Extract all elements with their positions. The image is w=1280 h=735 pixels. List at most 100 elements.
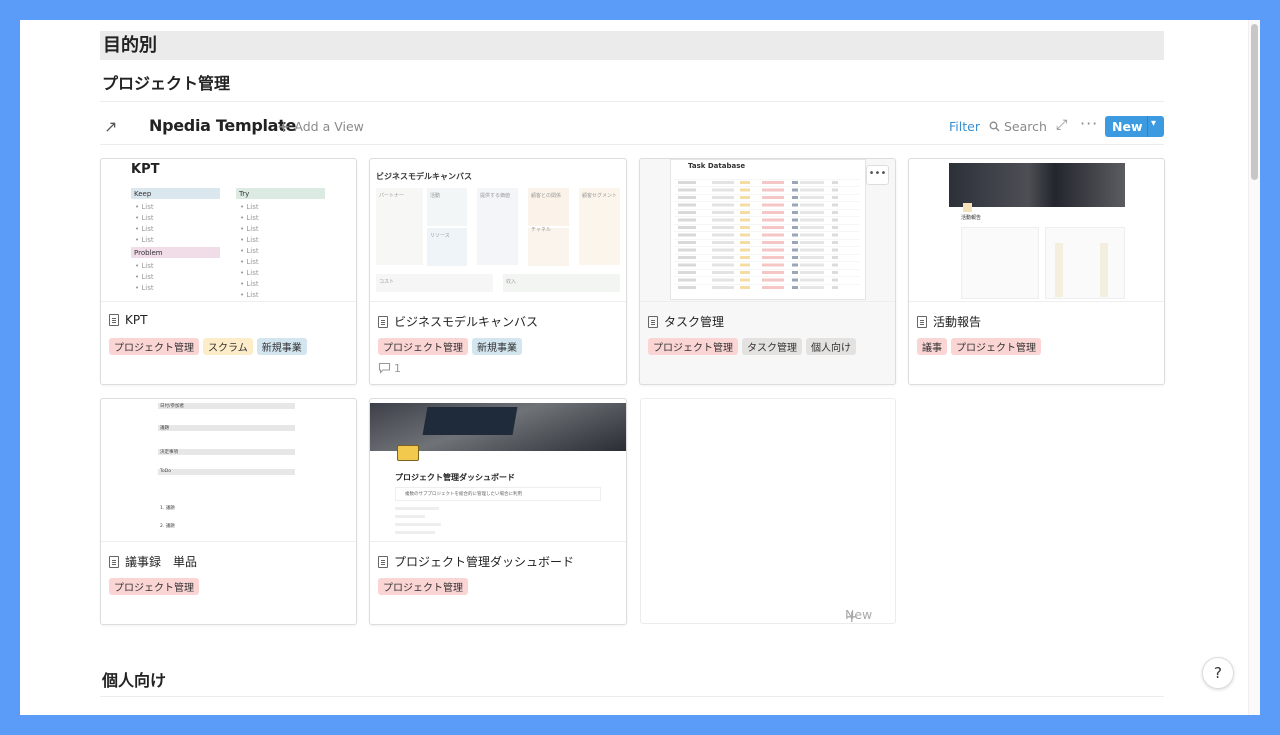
comment-count[interactable]: 1 <box>378 362 401 375</box>
filter-button[interactable]: Filter <box>949 119 980 134</box>
card-title-text: プロジェクト管理ダッシュボード <box>394 555 575 569</box>
card-title: タスク管理 <box>648 313 724 330</box>
database-toolbar: ↗ Npedia Template + Add a View Filter Sea… <box>100 114 1164 144</box>
card-title: 活動報告 <box>917 313 981 330</box>
add-new-card[interactable]: + New <box>640 398 896 626</box>
preview-heading: プロジェクト管理ダッシュボード <box>395 473 515 482</box>
preview-row: 議題 <box>160 426 169 431</box>
notion-page: 目的別 プロジェクト管理 ↗ Npedia Template + Add a Vi… <box>20 20 1260 715</box>
add-view-button[interactable]: + Add a View <box>277 117 364 136</box>
comment-count-text: 1 <box>394 362 401 375</box>
page-icon <box>378 556 388 568</box>
preview-keep: Keep <box>134 190 152 198</box>
tag: プロジェクト管理 <box>378 338 468 355</box>
card-title-text: KPT <box>125 313 148 327</box>
tag: スクラム <box>203 338 253 355</box>
preview-row: 日付/参加者 <box>160 404 185 409</box>
card-preview: ビジネスモデルキャンバス パートナー 活動 提供する価値 顧客との関係 顧客セグ… <box>370 159 626 302</box>
folder-icon <box>397 445 419 461</box>
subsection-heading: プロジェクト管理 <box>102 74 231 93</box>
preview-cell: 顧客との関係 <box>531 193 561 199</box>
divider <box>100 696 1164 697</box>
card-title-text: ビジネスモデルキャンバス <box>394 315 539 329</box>
tag: 新規事業 <box>472 338 522 355</box>
preview-cell: 収入 <box>506 279 517 285</box>
preview-heading: ビジネスモデルキャンバス <box>376 172 472 181</box>
page-icon <box>648 316 658 328</box>
card-title: プロジェクト管理ダッシュボード <box>378 553 574 570</box>
tag: プロジェクト管理 <box>378 578 468 595</box>
tag: プロジェクト管理 <box>109 578 199 595</box>
card-title-text: タスク管理 <box>664 315 725 329</box>
preview-list: • List • List • List <box>135 262 154 292</box>
card-preview: 活動報告 <box>909 159 1164 302</box>
scrollbar[interactable] <box>1248 20 1260 715</box>
preview-cell: リソース <box>430 233 450 239</box>
search-button[interactable]: Search <box>989 119 1047 134</box>
new-button-label: New <box>1112 119 1143 134</box>
tag-list: プロジェクト管理 タスク管理 個人向け <box>648 336 860 355</box>
tag: 議事 <box>917 338 947 355</box>
plus-icon: + <box>277 117 291 136</box>
tag-list: プロジェクト管理 <box>109 576 203 595</box>
preview-list: • List • List • List • List <box>135 203 154 244</box>
tag: プロジェクト管理 <box>109 338 199 355</box>
preview-heading: Task Database <box>688 162 746 170</box>
card-preview: プロジェクト管理ダッシュボード 複数のサブプロジェクトを総合的に管理したい場合に… <box>370 399 626 542</box>
chevron-down-icon[interactable]: ▾ <box>1151 118 1156 129</box>
open-database-icon[interactable]: ↗ <box>104 117 117 136</box>
gallery-card-minutes[interactable]: 日付/参加者 議題 決定事項 ToDo 1. 議題 2. 議題 議事録 単品 プ… <box>100 398 357 625</box>
expand-icon[interactable]: ⤢ <box>1056 117 1067 133</box>
tag: プロジェクト管理 <box>951 338 1041 355</box>
preview-callout: 複数のサブプロジェクトを総合的に管理したい場合に利用 <box>405 492 522 497</box>
gallery-card-task[interactable]: Task Database ••• タスク管理 プロジェクト管理 タスク管理 個人向… <box>639 158 896 385</box>
card-title-text: 議事録 単品 <box>125 555 198 569</box>
tag: タスク管理 <box>742 338 802 355</box>
page-icon <box>109 556 119 568</box>
gallery-card-business-model-canvas[interactable]: ビジネスモデルキャンバス パートナー 活動 提供する価値 顧客との関係 顧客セグ… <box>369 158 627 385</box>
more-icon[interactable]: ··· <box>1080 114 1098 133</box>
search-icon <box>989 121 1000 132</box>
preview-problem: Problem <box>134 249 163 257</box>
section-heading: 目的別 <box>100 31 1164 60</box>
tag-list: プロジェクト管理 <box>378 576 472 595</box>
preview-numbered: 1. 議題 <box>160 506 175 511</box>
help-button[interactable]: ? <box>1202 657 1234 689</box>
preview-row: ToDo <box>160 469 171 474</box>
preview-cell: 活動 <box>430 193 441 199</box>
preview-cell: チャネル <box>531 227 551 233</box>
scrollbar-thumb[interactable] <box>1251 24 1258 180</box>
preview-cell: パートナー <box>379 193 405 199</box>
page-icon <box>378 316 388 328</box>
tag: 新規事業 <box>256 338 307 355</box>
preview-heading: KPT <box>131 162 160 177</box>
comment-icon <box>378 362 391 374</box>
preview-table <box>674 179 860 289</box>
gallery-card-project-dashboard[interactable]: プロジェクト管理ダッシュボード 複数のサブプロジェクトを総合的に管理したい場合に… <box>369 398 627 625</box>
new-button[interactable]: New ▾ <box>1105 116 1164 137</box>
tag-list: プロジェクト管理 新規事業 <box>378 336 526 355</box>
gallery-card-kpt[interactable]: KPT Keep Try Problem • List • List • List •… <box>100 158 357 385</box>
next-section-heading: 個人向け <box>102 671 167 690</box>
divider <box>100 101 1164 102</box>
preview-list: • List • List • List • List • List • List • Li… <box>240 203 259 299</box>
tag-list: プロジェクト管理 スクラム 新規事業 <box>109 336 311 355</box>
preview-cell: コスト <box>379 279 395 285</box>
card-title: KPT <box>109 313 147 327</box>
card-title: ビジネスモデルキャンバス <box>378 313 538 330</box>
gallery-card-activity-report[interactable]: 活動報告 活動報告 議事 プロジェクト管理 <box>908 158 1165 385</box>
tag: 個人向け <box>806 338 856 355</box>
more-icon[interactable]: ••• <box>866 165 889 185</box>
card-title: 議事録 単品 <box>109 553 197 570</box>
tag-list: 議事 プロジェクト管理 <box>917 336 1045 355</box>
preview-row: 決定事項 <box>160 450 178 455</box>
preview-try: Try <box>239 190 250 198</box>
database-title[interactable]: Npedia Template <box>149 116 296 135</box>
tag: プロジェクト管理 <box>648 338 738 355</box>
page-icon <box>109 314 119 326</box>
card-preview: 日付/参加者 議題 決定事項 ToDo 1. 議題 2. 議題 <box>101 399 356 542</box>
search-label: Search <box>1004 119 1047 134</box>
card-preview: KPT Keep Try Problem • List • List • List •… <box>101 159 356 302</box>
preview-heading: 活動報告 <box>961 215 982 221</box>
preview-cell: 提供する価値 <box>480 193 511 199</box>
